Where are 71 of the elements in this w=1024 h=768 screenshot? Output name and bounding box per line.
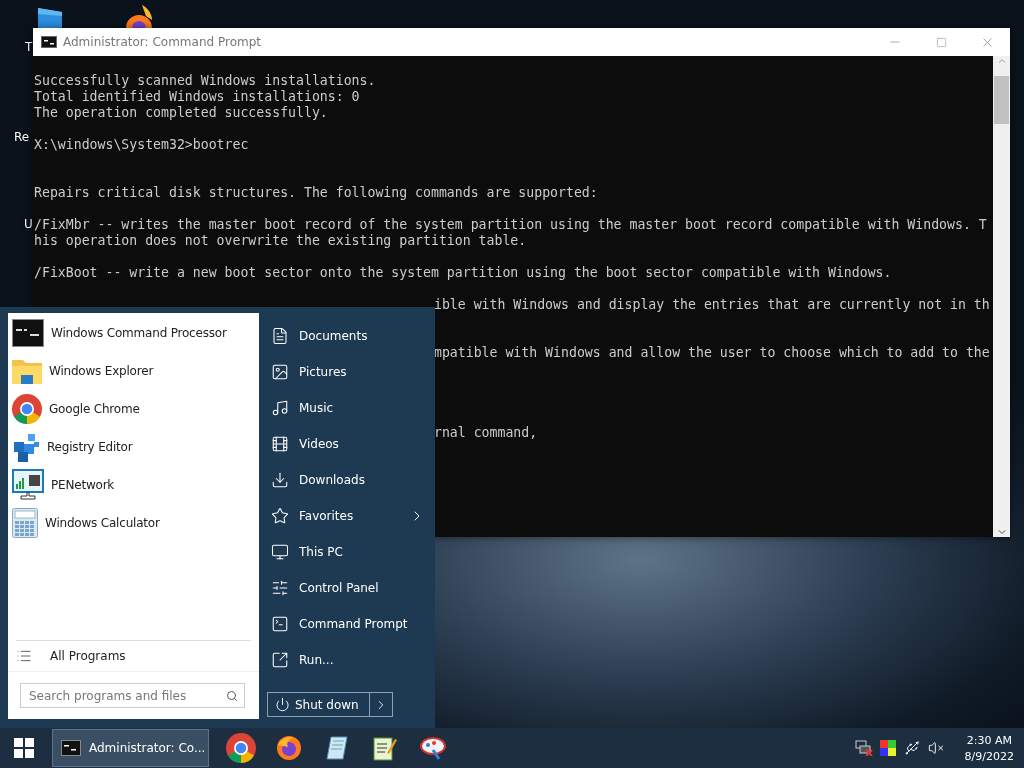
places-item[interactable]: Run... xyxy=(267,642,425,678)
console-icon xyxy=(12,319,44,347)
color-icon[interactable] xyxy=(878,739,897,757)
taskbar-window-button[interactable]: Administrator: Co... xyxy=(52,729,209,767)
places-item[interactable]: Pictures xyxy=(267,354,425,390)
editor-icon xyxy=(373,735,397,761)
places-item[interactable]: Downloads xyxy=(267,462,425,498)
program-item[interactable]: Windows Calculator xyxy=(8,504,259,542)
maximize-icon xyxy=(935,36,947,48)
program-item[interactable]: Windows Explorer xyxy=(8,352,259,390)
console-icon xyxy=(41,36,57,48)
monitor-icon xyxy=(12,469,44,501)
monitor-icon xyxy=(271,543,289,561)
run-icon xyxy=(271,651,289,669)
document-icon xyxy=(271,327,289,345)
usb-icon[interactable] xyxy=(902,739,921,757)
star-icon xyxy=(271,507,289,525)
desktop-icon-label: T xyxy=(25,40,33,54)
console-line: mpatible with Windows and allow the user to choose which to add to the xyxy=(433,345,990,360)
console-line: The operation completed successfully. xyxy=(34,105,328,120)
terminal-icon xyxy=(271,615,289,633)
notepad-icon xyxy=(325,735,349,761)
sliders-icon xyxy=(271,579,289,597)
console-line: Total identified Windows installations: 0 xyxy=(34,89,360,104)
search-icon xyxy=(226,689,238,702)
scroll-thumb[interactable] xyxy=(994,76,1009,124)
desktop-icon-label: U xyxy=(24,217,33,231)
console-icon xyxy=(61,740,81,756)
chrome-icon xyxy=(226,733,256,763)
places-item[interactable]: This PC xyxy=(267,534,425,570)
program-item[interactable]: PENetwork xyxy=(8,466,259,504)
places-item[interactable]: Control Panel xyxy=(267,570,425,606)
scrollbar[interactable] xyxy=(993,56,1010,537)
console-line: his operation does not overwrite the existing partition table. xyxy=(34,233,527,248)
places-item[interactable]: Music xyxy=(267,390,425,426)
places-item[interactable]: Videos xyxy=(267,426,425,462)
search-field[interactable]: Search programs and files xyxy=(20,683,245,708)
clock[interactable]: 2:30 AM 8/9/2022 xyxy=(964,733,1014,763)
places-item[interactable]: Documents xyxy=(267,318,425,354)
firefox-icon xyxy=(276,735,302,761)
list-icon xyxy=(16,648,32,664)
paint-icon xyxy=(419,736,447,760)
film-icon xyxy=(271,435,289,453)
mute-icon[interactable] xyxy=(926,739,945,757)
program-item[interactable]: Registry Editor xyxy=(8,428,259,466)
program-item[interactable]: Google Chrome xyxy=(8,390,259,428)
download-icon xyxy=(271,471,289,489)
places-item[interactable]: Favorites xyxy=(267,498,425,534)
console-line: /FixMbr -- writes the master boot record of the system partition using the master boot record compatible with Windows. T xyxy=(34,217,987,232)
picture-icon xyxy=(271,363,289,381)
console-line: rnal command, xyxy=(433,425,538,440)
console-line: X:\windows\System32>bootrec xyxy=(34,137,249,152)
folder-icon xyxy=(12,358,42,384)
power-icon xyxy=(275,697,290,712)
console-line: /FixBoot -- write a new boot sector onto the system partition using the boot sector compatible with Windows. xyxy=(34,265,892,280)
all-programs-item[interactable]: All Programs xyxy=(8,641,259,671)
windows-logo-icon xyxy=(14,738,34,758)
chrome-icon xyxy=(12,394,42,424)
music-icon xyxy=(271,399,289,417)
desktop-icon-label: Re xyxy=(14,130,30,144)
window-title: Administrator: Command Prompt xyxy=(63,35,262,49)
console-line: Successfully scanned Windows installations. xyxy=(34,73,376,88)
calculator-icon xyxy=(12,508,38,538)
program-item[interactable]: Windows Command Processor xyxy=(8,314,259,352)
cubes-icon xyxy=(12,432,40,462)
console-line: Repairs critical disk structures. The following commands are supported: xyxy=(34,185,598,200)
folder-icon[interactable] xyxy=(38,8,64,28)
console-line: ible with Windows and display the entries that are currently not in th xyxy=(433,297,990,312)
shutdown-button[interactable]: Shut down xyxy=(267,692,393,717)
network-icon[interactable] xyxy=(854,739,873,757)
places-item[interactable]: Command Prompt xyxy=(267,606,425,642)
